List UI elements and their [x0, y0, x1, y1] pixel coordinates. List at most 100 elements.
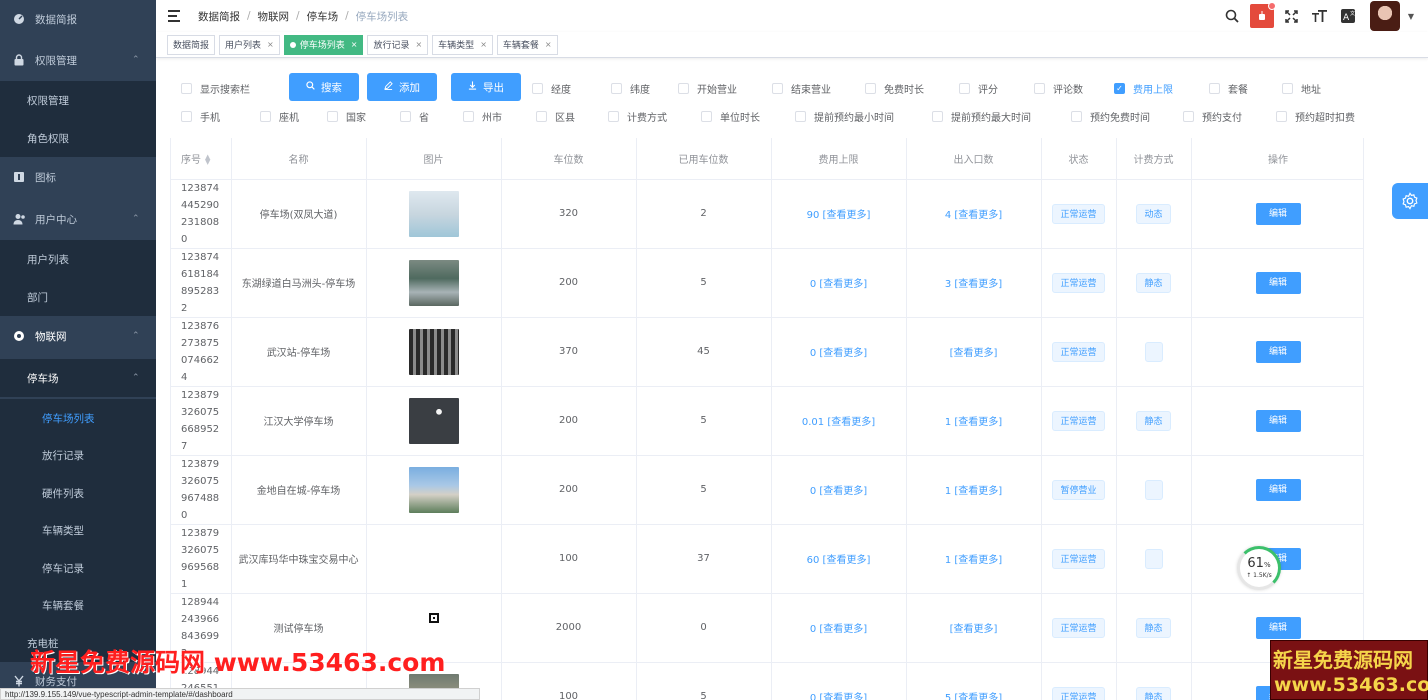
column-toggle-checkbox[interactable]: 预约免费时间	[1071, 108, 1150, 124]
view-more-link[interactable]: [查看更多]	[827, 417, 875, 428]
checkbox-box[interactable]	[1183, 110, 1194, 122]
search-button[interactable]: 搜索	[289, 73, 359, 101]
sidebar-item[interactable]: 权限管理 ⌃	[0, 41, 156, 79]
column-toggle-checkbox[interactable]: 免费时长	[865, 80, 924, 96]
column-toggle-checkbox[interactable]: 计费方式	[608, 108, 667, 124]
font-size-icon[interactable]	[1310, 6, 1330, 26]
sidebar-item[interactable]: 放行记录	[0, 436, 156, 474]
tag-item[interactable]: 车辆类型 ×	[432, 34, 493, 55]
checkbox-box[interactable]	[536, 110, 547, 122]
column-toggle-checkbox[interactable]: 纬度	[611, 80, 650, 96]
sidebar-item[interactable]: 车辆类型	[0, 511, 156, 549]
parking-photo[interactable]	[408, 328, 459, 375]
checkbox-box[interactable]	[1282, 82, 1293, 94]
qr-code-image[interactable]	[428, 612, 439, 623]
settings-gear-icon[interactable]	[1392, 183, 1428, 219]
error-log-icon[interactable]	[1249, 2, 1276, 28]
view-more-link[interactable]: [查看更多]	[823, 210, 871, 221]
column-toggle-checkbox[interactable]: 国家	[327, 108, 366, 124]
checkbox-box[interactable]	[181, 110, 192, 122]
edit-button[interactable]: 编辑	[1255, 202, 1301, 225]
search-icon[interactable]	[1222, 6, 1242, 26]
checkbox-box[interactable]	[463, 110, 474, 122]
column-toggle-checkbox[interactable]: ✓ 费用上限	[1114, 80, 1173, 96]
close-icon[interactable]: ×	[351, 40, 358, 49]
edit-button[interactable]: 编辑	[1255, 478, 1301, 501]
add-button[interactable]: 添加	[367, 73, 437, 101]
checkbox-box[interactable]	[608, 110, 619, 122]
column-toggle-checkbox[interactable]: 经度	[532, 80, 571, 96]
column-toggle-checkbox[interactable]: 区县	[536, 108, 575, 124]
checkbox-box[interactable]	[678, 82, 689, 94]
column-toggle-checkbox[interactable]: 座机	[260, 108, 299, 124]
tag-item[interactable]: 用户列表 ×	[219, 34, 280, 55]
view-more-link[interactable]: [查看更多]	[954, 417, 1002, 428]
sidebar-item[interactable]: 车辆套餐	[0, 586, 156, 624]
tag-item[interactable]: 车辆套餐 ×	[496, 34, 558, 55]
language-icon[interactable]: A文	[1338, 6, 1358, 26]
close-icon[interactable]: ×	[415, 40, 422, 49]
sidebar-item[interactable]: 部门	[0, 278, 156, 316]
view-more-link[interactable]: [查看更多]	[819, 348, 867, 359]
view-more-link[interactable]: [查看更多]	[819, 279, 867, 290]
checkbox-box[interactable]	[1071, 110, 1082, 122]
view-more-link[interactable]: [查看更多]	[954, 555, 1002, 566]
column-toggle-checkbox[interactable]: 手机	[181, 108, 220, 124]
column-toggle-checkbox[interactable]: 单位时长	[701, 108, 760, 124]
parking-photo[interactable]	[408, 466, 459, 513]
view-more-link[interactable]: [查看更多]	[950, 348, 998, 359]
tag-item[interactable]: 数据简报	[167, 34, 216, 55]
column-toggle-checkbox[interactable]: 提前预约最小时间	[795, 108, 894, 124]
view-more-link[interactable]: [查看更多]	[819, 486, 867, 497]
view-more-link[interactable]: [查看更多]	[954, 210, 1002, 221]
checkbox-box[interactable]	[400, 110, 411, 122]
sidebar-item[interactable]: 数据简报	[0, 0, 156, 38]
column-toggle-checkbox[interactable]: 套餐	[1209, 80, 1248, 96]
checkbox-box[interactable]	[1276, 110, 1287, 122]
sidebar-item[interactable]: 硬件列表	[0, 474, 156, 512]
checkbox-box[interactable]	[1034, 82, 1045, 94]
edit-button[interactable]: 编辑	[1255, 409, 1301, 432]
chevron-down-icon[interactable]: ▼	[1408, 12, 1414, 21]
checkbox-box[interactable]	[701, 110, 712, 122]
view-more-link[interactable]: [查看更多]	[819, 624, 867, 635]
view-more-link[interactable]: [查看更多]	[954, 486, 1002, 497]
column-toggle-checkbox[interactable]: 提前预约最大时间	[932, 108, 1031, 124]
column-toggle-checkbox[interactable]: 结束营业	[772, 80, 831, 96]
checkbox-box[interactable]	[772, 82, 783, 94]
view-more-link[interactable]: [查看更多]	[954, 693, 1002, 700]
check-icon[interactable]: ✓	[1114, 82, 1125, 94]
edit-button[interactable]: 编辑	[1255, 340, 1301, 363]
view-more-link[interactable]: [查看更多]	[954, 279, 1002, 290]
breadcrumb-item[interactable]: 数据简报	[198, 9, 240, 24]
hamburger-icon[interactable]	[168, 10, 182, 22]
close-icon[interactable]: ×	[267, 40, 274, 49]
tag-item[interactable]: 放行记录 ×	[367, 34, 429, 55]
checkbox-box[interactable]	[932, 110, 943, 122]
sort-icon[interactable]: ▲ ▼	[205, 153, 210, 165]
checkbox-box[interactable]	[1209, 82, 1220, 94]
sidebar-item[interactable]: 用户列表	[0, 240, 156, 278]
view-more-link[interactable]: [查看更多]	[819, 693, 867, 700]
checkbox-box[interactable]	[327, 110, 338, 122]
view-more-link[interactable]: [查看更多]	[823, 555, 871, 566]
sidebar-item[interactable]: 图标	[0, 158, 156, 196]
tag-item[interactable]: 停车场列表 ×	[283, 34, 364, 55]
column-header-id[interactable]: 序号 ▲ ▼	[171, 138, 232, 180]
sidebar-item[interactable]: 停车记录	[0, 549, 156, 587]
breadcrumb-item[interactable]: 停车场	[307, 9, 339, 24]
breadcrumb-item[interactable]: 物联网	[258, 9, 290, 24]
column-toggle-checkbox[interactable]: 预约超时扣费	[1276, 108, 1355, 124]
edit-button[interactable]: 编辑	[1255, 271, 1301, 294]
sidebar-item[interactable]: 物联网 ⌃	[0, 317, 156, 355]
column-toggle-checkbox[interactable]: 预约支付	[1183, 108, 1242, 124]
fullscreen-icon[interactable]	[1282, 6, 1302, 26]
sidebar-item[interactable]: 停车场列表	[0, 399, 156, 437]
sidebar-item[interactable]: 用户中心 ⌃	[0, 200, 156, 238]
column-toggle-checkbox[interactable]: 地址	[1282, 80, 1321, 96]
parking-photo[interactable]	[408, 190, 459, 237]
column-toggle-checkbox[interactable]: 州市	[463, 108, 502, 124]
show-search-checkbox[interactable]: 显示搜索栏	[181, 80, 250, 96]
sidebar-item[interactable]: 权限管理	[0, 81, 156, 119]
close-icon[interactable]: ×	[545, 40, 552, 49]
